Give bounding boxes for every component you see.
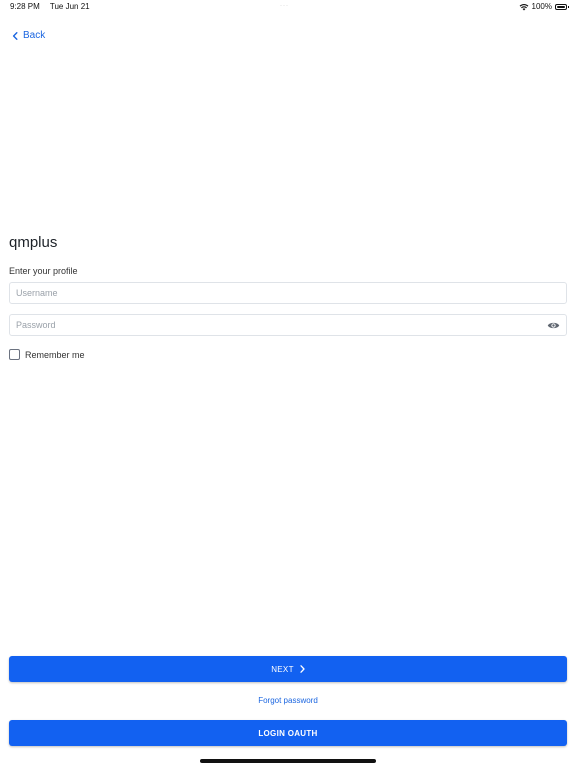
username-field-container [9, 282, 567, 304]
username-input[interactable] [10, 283, 566, 303]
chevron-right-icon [300, 665, 305, 673]
back-label: Back [23, 30, 46, 41]
home-indicator[interactable] [200, 759, 376, 763]
password-field-container [9, 314, 567, 336]
login-oauth-label: LOGIN OAUTH [258, 728, 318, 738]
next-button[interactable]: NEXT [9, 656, 567, 682]
status-date: Tue Jun 21 [49, 2, 90, 11]
password-input[interactable] [10, 315, 566, 335]
battery-percent: 100% [531, 2, 552, 11]
remember-me-row[interactable]: Remember me [9, 349, 85, 360]
eye-icon[interactable] [547, 320, 560, 331]
status-bar-right: 100% [519, 2, 569, 11]
page-title: qmplus [9, 234, 58, 251]
next-button-label: NEXT [271, 664, 294, 674]
multitasking-dots[interactable]: ··· [280, 3, 294, 9]
form-subtitle: Enter your profile [9, 266, 78, 276]
status-bar-left: 9:28 PM Tue Jun 21 [10, 2, 98, 11]
status-time: 9:28 PM [10, 2, 40, 11]
remember-me-checkbox[interactable] [9, 349, 20, 360]
remember-me-label: Remember me [25, 349, 85, 360]
back-button[interactable]: Back [12, 30, 45, 41]
battery-icon [555, 3, 569, 10]
chevron-left-icon [12, 31, 18, 40]
login-oauth-button[interactable]: LOGIN OAUTH [9, 720, 567, 746]
wifi-icon [519, 3, 528, 10]
forgot-password-link[interactable]: Forgot password [0, 696, 576, 705]
